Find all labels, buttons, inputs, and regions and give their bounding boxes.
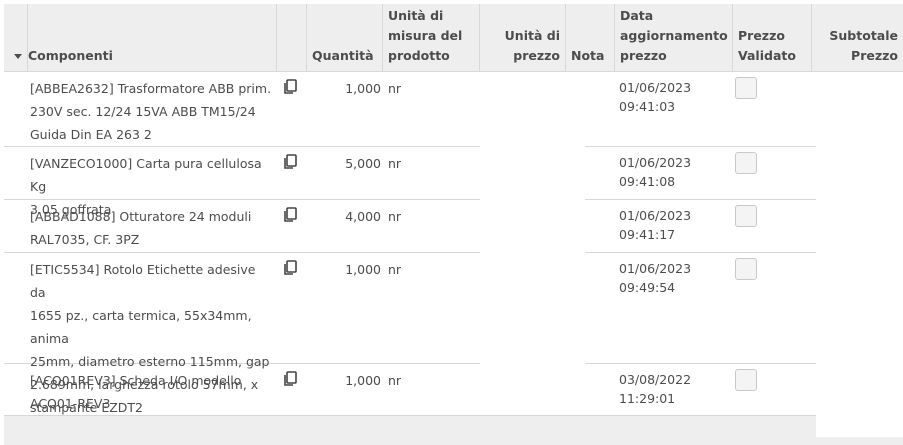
price-validated-checkbox[interactable]: [735, 77, 757, 99]
table-row[interactable]: [VANZECO1000] Carta pura cellulosa Kg 3.…: [4, 147, 816, 217]
uom: nr: [388, 373, 402, 388]
copy-icon[interactable]: [283, 154, 297, 170]
header-date-update[interactable]: Data aggiornamento prezzo: [615, 4, 733, 71]
copy-icon[interactable]: [283, 260, 297, 276]
header-price-validated[interactable]: Prezzo Validato: [733, 4, 812, 71]
price-update-date: 01/06/2023 09:41:17: [619, 208, 692, 242]
copy-icon[interactable]: [283, 79, 297, 95]
price-update-date: 01/06/2023 09:41:08: [619, 155, 692, 189]
price-unit-note-blank: [480, 72, 585, 390]
quantity: 4,000: [345, 209, 381, 224]
header-subtotal[interactable]: Subtotale Prezzo: [812, 4, 903, 71]
price-update-date: 03/08/2022 11:29:01: [619, 372, 692, 406]
table-footer: [4, 416, 816, 445]
price-validated-checkbox[interactable]: [735, 152, 757, 174]
price-validated-checkbox[interactable]: [735, 369, 757, 391]
product-name: [ACQ01REV3] Scheda I/O modello ACQ01-REV…: [30, 373, 242, 411]
uom: nr: [388, 81, 402, 96]
header-components[interactable]: Componenti: [14, 4, 277, 71]
uom: nr: [388, 262, 402, 277]
table-row[interactable]: [ABBEA2632] Trasformatore ABB prim. 230V…: [4, 72, 816, 147]
caret-down-icon: [14, 54, 22, 59]
product-name: [ABBAD1088] Otturatore 24 moduli RAL7035…: [30, 209, 252, 247]
uom: nr: [388, 156, 402, 171]
quantity: 1,000: [345, 262, 381, 277]
table-row[interactable]: [ACQ01REV3] Scheda I/O modello ACQ01-REV…: [4, 364, 816, 416]
header-price-unit[interactable]: Unità di prezzo: [480, 4, 566, 71]
bom-lines-table: Componenti Quantità Unità di misura del …: [0, 0, 903, 445]
table-body: [ABBEA2632] Trasformatore ABB prim. 230V…: [4, 72, 816, 416]
price-update-date: 01/06/2023 09:41:03: [619, 80, 692, 114]
footer-strip: [816, 437, 903, 445]
product-name: [ABBEA2632] Trasformatore ABB prim. 230V…: [30, 81, 272, 142]
quantity: 1,000: [345, 81, 381, 96]
table-header: Componenti Quantità Unità di misura del …: [4, 4, 903, 72]
table-row[interactable]: [ABBAD1088] Otturatore 24 moduli RAL7035…: [4, 200, 816, 253]
subtotal-blank: [816, 72, 903, 438]
header-uom[interactable]: Unità di misura del prodotto: [383, 4, 480, 71]
header-action-col: [277, 4, 307, 71]
table-row[interactable]: [ETIC5534] Rotolo Etichette adesive da 1…: [4, 253, 816, 415]
quantity: 5,000: [345, 156, 381, 171]
header-quantity[interactable]: Quantità: [307, 4, 383, 71]
price-validated-checkbox[interactable]: [735, 205, 757, 227]
price-update-date: 01/06/2023 09:49:54: [619, 261, 692, 295]
header-note[interactable]: Nota: [566, 4, 615, 71]
copy-icon[interactable]: [283, 371, 297, 387]
price-validated-checkbox[interactable]: [735, 258, 757, 280]
quantity: 1,000: [345, 373, 381, 388]
copy-icon[interactable]: [283, 207, 297, 223]
uom: nr: [388, 209, 402, 224]
